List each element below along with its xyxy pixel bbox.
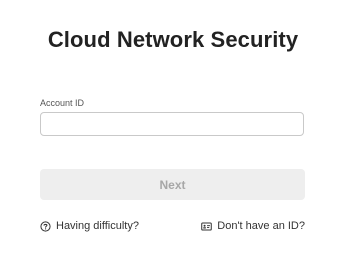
having-difficulty-label: Having difficulty? (56, 220, 139, 232)
help-circle-icon (40, 220, 51, 232)
no-id-label: Don't have an ID? (217, 220, 305, 232)
login-page: Cloud Network Security Account ID Next H… (0, 0, 346, 259)
account-id-label: Account ID (40, 98, 85, 108)
id-card-icon (201, 221, 213, 232)
having-difficulty-link[interactable]: Having difficulty? (40, 220, 139, 232)
account-id-input[interactable] (40, 112, 304, 136)
page-title: Cloud Network Security (47, 27, 299, 52)
no-id-link[interactable]: Don't have an ID? (201, 220, 305, 232)
next-button[interactable]: Next (40, 169, 305, 200)
